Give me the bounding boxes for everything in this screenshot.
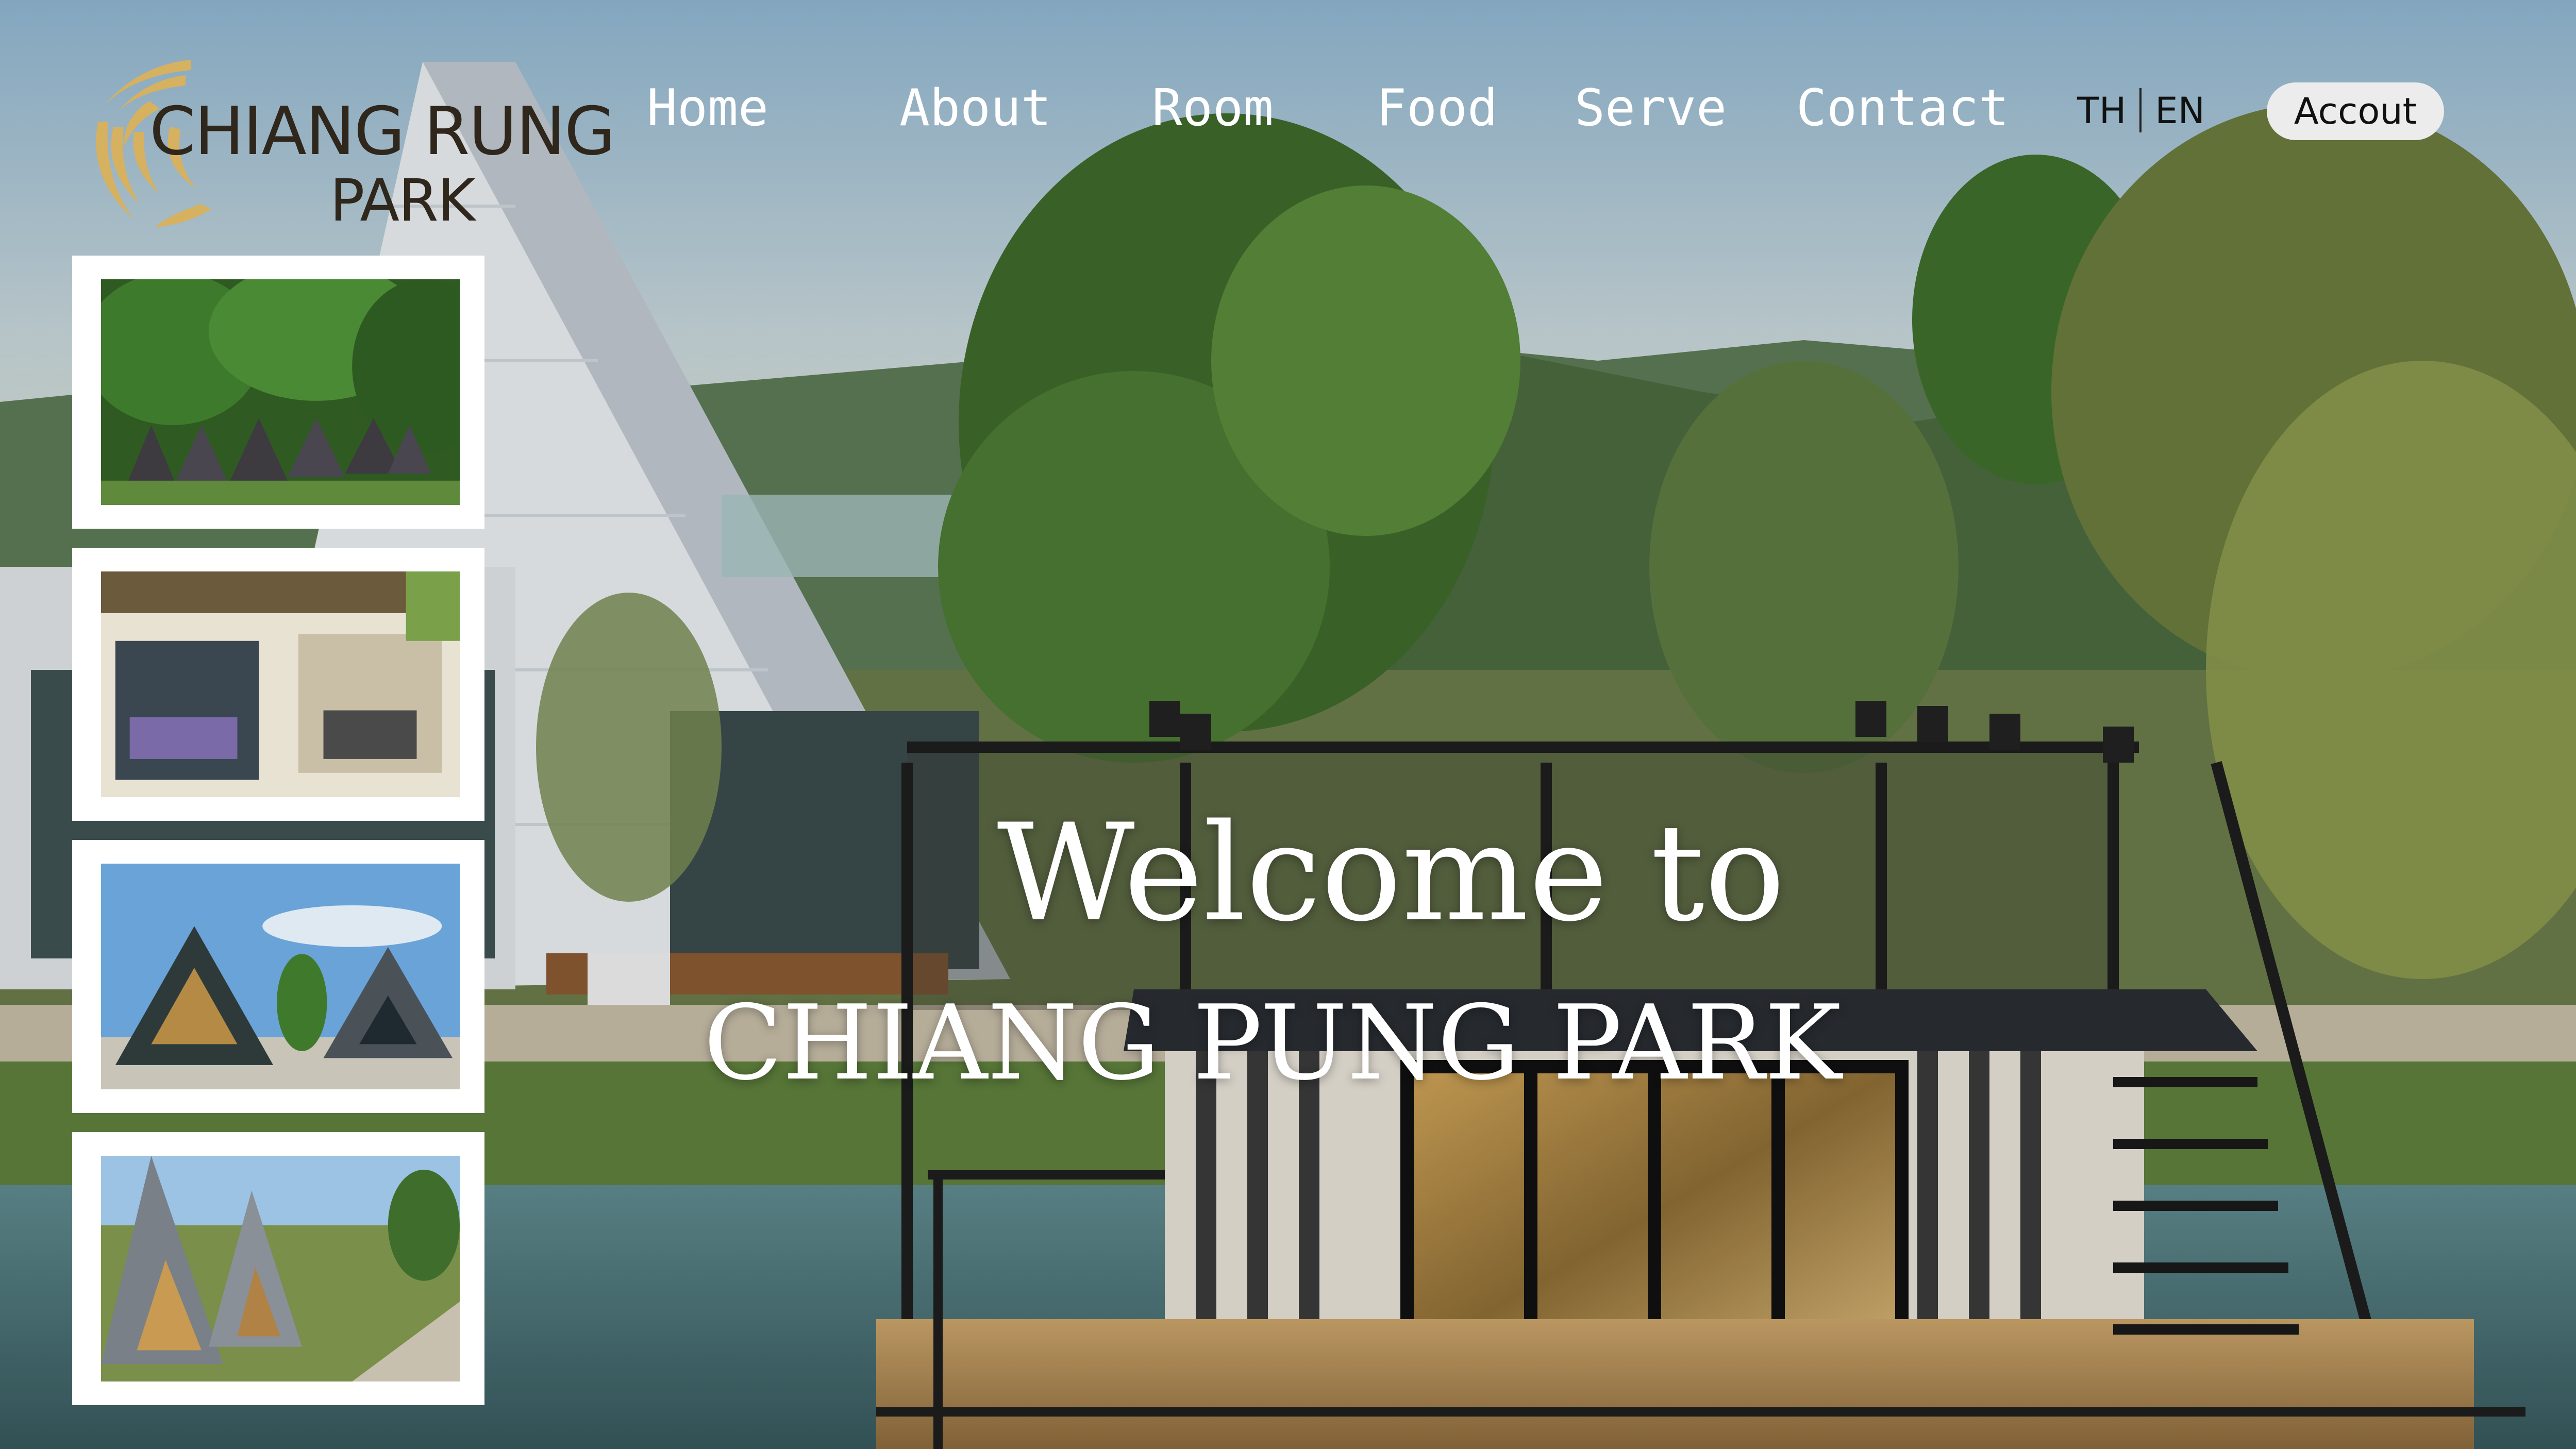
language-en[interactable]: EN [2155, 90, 2205, 132]
nav-home[interactable]: Home [647, 77, 768, 139]
language-switcher: TH EN [2077, 88, 2205, 136]
nav-contact[interactable]: Contact [1796, 77, 2009, 139]
nav-serve[interactable]: Serve [1575, 77, 1727, 139]
gallery-thumbnail-4[interactable] [72, 1132, 484, 1405]
gallery-thumbnail-1[interactable] [72, 256, 484, 529]
thumbnail-image-forest-cabins [101, 279, 460, 505]
thumbnail-image-cabin-row [101, 1156, 460, 1381]
logo-text-line2: PARK [330, 167, 475, 234]
nav-food[interactable]: Food [1376, 77, 1498, 139]
logo-text-line1: CHIANG RUNG [149, 93, 615, 170]
account-button[interactable]: Accout [2267, 82, 2444, 140]
thumbnail-image-room-interior [101, 571, 460, 797]
language-th[interactable]: TH [2077, 90, 2126, 132]
hero-welcome-line: Welcome to [997, 796, 1785, 951]
gallery-thumbnail-2[interactable] [72, 548, 484, 821]
nav-about[interactable]: About [899, 77, 1051, 139]
language-divider [2139, 88, 2142, 132]
hero-title: CHIANG PUNG PARK [704, 983, 1842, 1103]
nav-room[interactable]: Room [1152, 77, 1274, 139]
site-logo[interactable]: CHIANG RUNG PARK [82, 49, 615, 235]
